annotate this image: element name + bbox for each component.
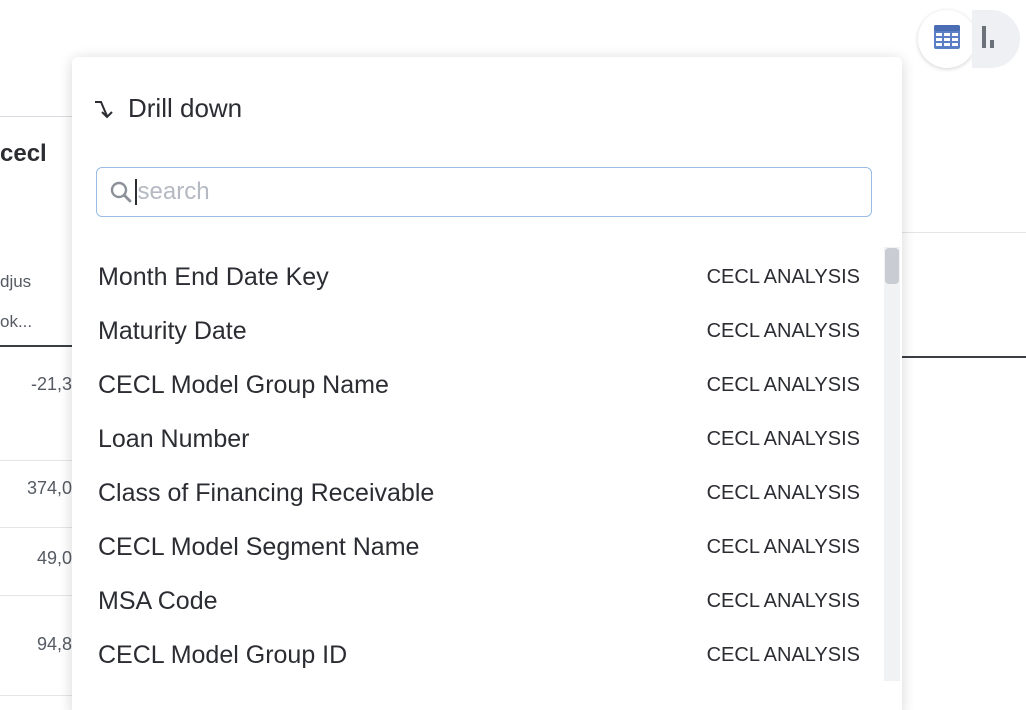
row-divider xyxy=(0,460,72,461)
divider xyxy=(0,116,80,117)
list-item-source: CECL ANALYSIS xyxy=(706,319,860,342)
list-item-source: CECL ANALYSIS xyxy=(706,643,860,666)
list-item-name: MSA Code xyxy=(98,586,218,615)
column-header-line: ok... xyxy=(0,312,33,331)
table-cell: 94,8 xyxy=(36,634,72,654)
list-item[interactable]: CECL Model Segment Name CECL ANALYSIS xyxy=(98,520,868,574)
list-item[interactable]: Month End Date Key CECL ANALYSIS xyxy=(98,250,868,304)
row-divider xyxy=(0,695,72,696)
list-item[interactable]: Loan Number CECL ANALYSIS xyxy=(98,412,868,466)
divider xyxy=(902,232,1026,233)
list-item[interactable]: MSA Code CECL ANALYSIS xyxy=(98,574,868,628)
list-item[interactable]: CECL Model Group Name CECL ANALYSIS xyxy=(98,358,868,412)
search-input[interactable] xyxy=(136,178,838,206)
list-item-source: CECL ANALYSIS xyxy=(706,265,860,288)
search-field[interactable] xyxy=(96,167,872,217)
list-item-name: Loan Number xyxy=(98,424,250,453)
chart-icon xyxy=(980,24,1000,55)
list-item[interactable]: Class of Financing Receivable CECL ANALY… xyxy=(98,466,868,520)
table-view-button[interactable] xyxy=(918,10,976,68)
list-item-source: CECL ANALYSIS xyxy=(706,535,860,558)
header-divider xyxy=(902,356,1026,358)
list-item[interactable]: Maturity Date CECL ANALYSIS xyxy=(98,304,868,358)
list-item-source: CECL ANALYSIS xyxy=(706,481,860,504)
column-header[interactable]: djus ok... xyxy=(0,262,32,342)
column-header-line: djus xyxy=(0,272,32,291)
scrollbar-thumb[interactable] xyxy=(885,248,899,284)
table-grid-icon xyxy=(933,24,961,55)
table-cell: -21,3 xyxy=(30,374,72,394)
table-cell: 374,0 xyxy=(26,478,72,498)
popover-title: Drill down xyxy=(128,93,243,123)
list-item-source: CECL ANALYSIS xyxy=(706,589,860,612)
list-item-source: CECL ANALYSIS xyxy=(706,427,860,450)
header-divider xyxy=(0,345,72,347)
table-title: cecl xyxy=(0,140,47,167)
list-item-name: Class of Financing Receivable xyxy=(98,478,435,507)
drill-down-list: Month End Date Key CECL ANALYSIS Maturit… xyxy=(98,250,868,682)
list-item-source: CECL ANALYSIS xyxy=(706,373,860,396)
list-item-name: CECL Model Group ID xyxy=(98,640,348,669)
table-cell: 49,0 xyxy=(36,548,72,568)
drill-down-arrow-icon xyxy=(92,97,116,121)
scrollbar[interactable] xyxy=(884,247,900,681)
list-item-name: Month End Date Key xyxy=(98,262,329,291)
drill-down-popover: Drill down Month End Date Key CECL ANALY… xyxy=(72,57,902,710)
popover-header: Drill down xyxy=(92,93,242,124)
search-icon xyxy=(109,180,133,204)
chart-view-button[interactable] xyxy=(972,10,1020,68)
page: cecl djus ok... -21,3 374,0 49,0 94,8 Dr… xyxy=(0,0,1026,710)
row-divider xyxy=(0,595,72,596)
list-item[interactable]: CECL Model Group ID CECL ANALYSIS xyxy=(98,628,868,682)
list-item-name: CECL Model Segment Name xyxy=(98,532,420,561)
list-item-name: Maturity Date xyxy=(98,316,247,345)
view-toggle xyxy=(918,10,1026,68)
row-divider xyxy=(0,527,72,528)
list-item-name: CECL Model Group Name xyxy=(98,370,389,399)
